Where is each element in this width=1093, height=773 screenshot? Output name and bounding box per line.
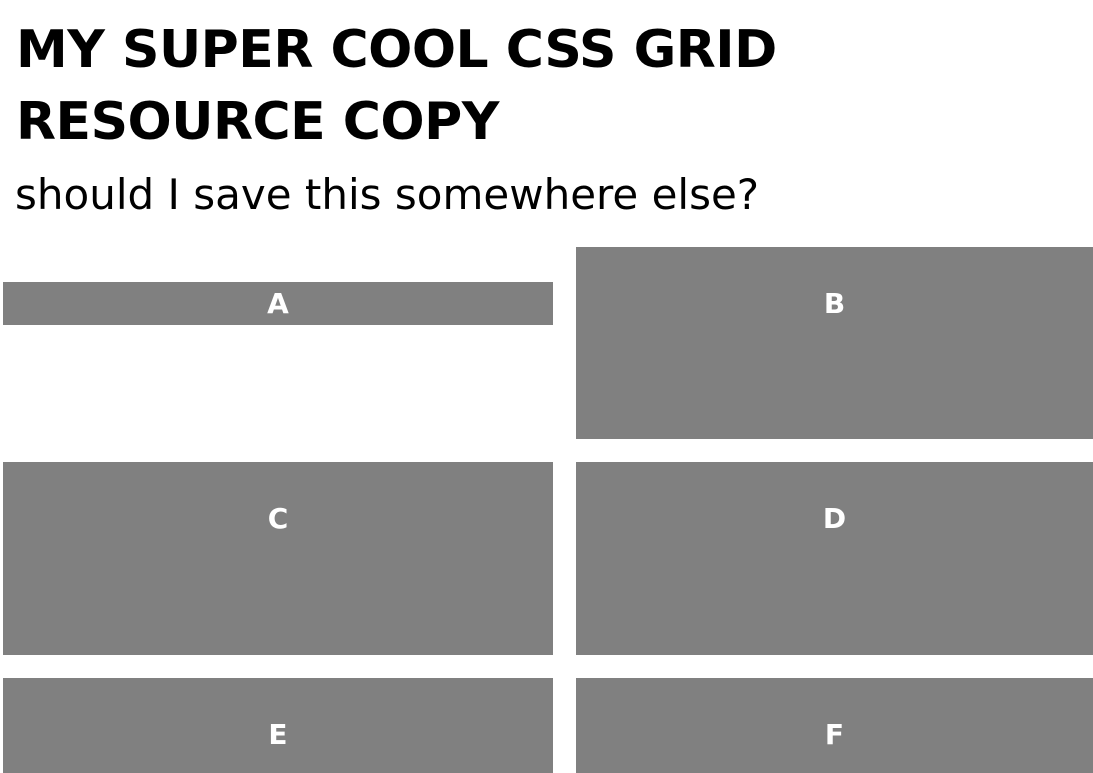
grid-item-b: B: [576, 247, 1093, 439]
grid-item-f: F: [576, 678, 1093, 773]
grid-item-d: D: [576, 462, 1093, 655]
page-title: MY SUPER COOL CSS GRID RESOURCE COPY: [16, 20, 777, 152]
grid-item-label: D: [822, 502, 847, 535]
grid-item-label: B: [823, 287, 846, 320]
grid-item-label: C: [267, 502, 289, 535]
grid-item-a: A: [3, 282, 553, 325]
grid-item-e: E: [3, 678, 553, 773]
grid-item-label: A: [267, 287, 289, 320]
page-subtitle: should I save this somewhere else?: [15, 170, 760, 219]
grid-item-label: F: [824, 718, 845, 751]
grid-item-c: C: [3, 462, 553, 655]
grid-item-label: E: [268, 718, 288, 751]
